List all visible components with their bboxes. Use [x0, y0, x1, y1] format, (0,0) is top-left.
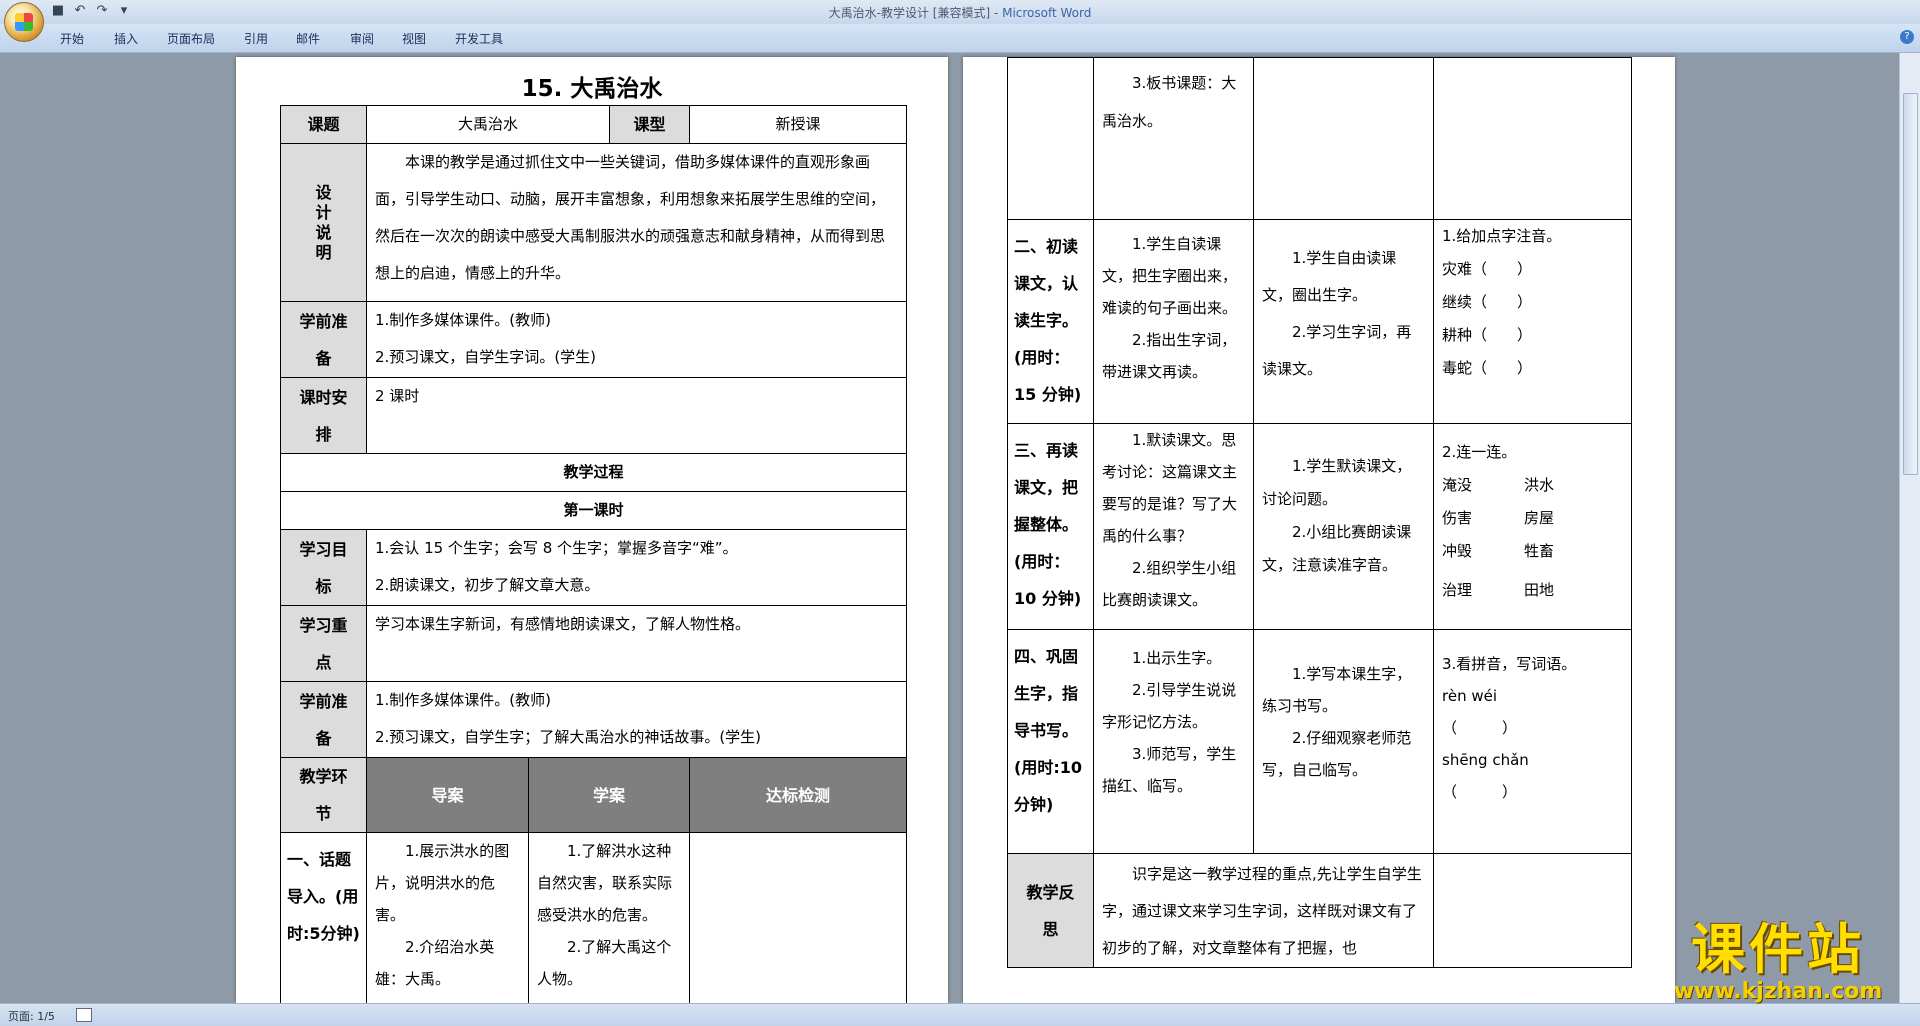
stage-3-check: 2.连一连。 淹没 洪水 伤害 房屋 冲毁 牲畜 治理 田地 [1433, 423, 1632, 630]
stage-2-guide: 1.学生自读课文，把生字圈出来，难读的句子画出来。 2.指出生字词，带进课文再读。 [1093, 219, 1254, 424]
guide-header: 导案 [366, 757, 529, 833]
check-item: 耕种（ ） [1442, 326, 1533, 344]
tab-view[interactable]: 视图 [402, 30, 426, 47]
stage-2-study: 1.学生自由读课文，圈出生字。 2.学习生字词，再读课文。 [1253, 219, 1434, 424]
focus-text: 学习本课生字新词，有感情地朗读课文，了解人物性格。 [365, 605, 908, 682]
stage-1-label: 一、话题导入。(用时:5分钟) [280, 832, 367, 1003]
type-value: 新授课 [689, 105, 908, 144]
prep-text: 1.制作多媒体课件。(教师) 2.预习课文，自学生字词。(学生) [365, 301, 908, 378]
subject-value: 大禹治水 [365, 105, 611, 144]
pair-row: 伤害 房屋 [1442, 509, 1555, 527]
tab-developer[interactable]: 开发工具 [455, 30, 503, 47]
stage-4-guide: 1.出示生字。 2.引导学生说说字形记忆方法。 3.师范写，学生描红、临写。 [1093, 629, 1254, 854]
check-item: 毒蛇（ ） [1442, 359, 1533, 377]
window-title: 大禹治水-教学设计 [兼容模式] - Microsoft Word [828, 6, 1092, 20]
lesson-plan-table: 课题 大禹治水 课型 新授课 设计说明 本课的教学是通过抓住文中一些关键词，借助… [279, 105, 908, 1003]
vertical-scrollbar[interactable] [1899, 53, 1920, 1003]
stage-3-study: 1.学生默读课文，讨论问题。 2.小组比赛朗读课文，注意读准字音。 [1253, 423, 1434, 630]
pinyin-1: rèn wéi [1442, 687, 1498, 705]
process-heading: 教学过程 [279, 453, 908, 492]
document-workspace: 15. 大禹治水 课题 大禹治水 课型 新授课 设计说明 本课的教学是通过抓住文… [0, 53, 1900, 1003]
check-item: 继续（ ） [1442, 293, 1533, 311]
ribbon-tabs: 开始 插入 页面布局 引用 邮件 审阅 视图 开发工具 [0, 24, 1920, 53]
lesson1-heading: 第一课时 [279, 491, 908, 530]
schedule-text: 2 课时 [365, 377, 908, 454]
stage-3-guide: 1.默读课文。思考讨论：这篇课文主要写的是谁？写了大禹的什么事？ 2.组织学生小组… [1093, 423, 1254, 630]
reflect-label: 教学反思 [1007, 853, 1094, 968]
prep-label: 学前准备 [280, 301, 367, 378]
pinyin-2: shēng chǎn [1442, 751, 1529, 769]
stage-1-cont-label [1007, 57, 1094, 220]
schedule-label: 课时安排 [280, 377, 367, 454]
page-1: 15. 大禹治水 课题 大禹治水 课型 新授课 设计说明 本课的教学是通过抓住文… [236, 57, 948, 1003]
stage-3-label: 三、再读课文，把握整体。(用时：10 分钟) [1007, 423, 1094, 630]
tab-insert[interactable]: 插入 [114, 30, 138, 47]
tab-references[interactable]: 引用 [244, 30, 268, 47]
design-text: 本课的教学是通过抓住文中一些关键词，借助多媒体课件的直观形象画面，引导学生动口、… [365, 143, 908, 302]
stage-header: 教学环节 [280, 757, 367, 833]
page-indicator[interactable]: 页面: 1/5 [8, 1008, 55, 1024]
stage-1-guide-cont: 3.板书课题：大禹治水。 [1093, 57, 1254, 220]
tab-page-layout[interactable]: 页面布局 [167, 30, 215, 47]
type-label: 课型 [609, 105, 691, 144]
reflect-text: 识字是这一教学过程的重点,先让学生自学生字，通过课文来学习生字词，这样既对课文有… [1093, 853, 1434, 968]
office-button[interactable] [4, 2, 44, 42]
blank-1: （ ） [1442, 719, 1518, 737]
scrollbar-thumb[interactable] [1903, 93, 1918, 475]
prep2-label: 学前准备 [280, 681, 367, 758]
stage-4-study: 1.学写本课生字，练习书写。 2.仔细观察老师范写，自己临写。 [1253, 629, 1434, 854]
pair-row: 淹没 洪水 [1442, 476, 1555, 494]
title-bar: ■ ↶ ↷ ▾ 大禹治水-教学设计 [兼容模式] - Microsoft Wor… [0, 0, 1920, 24]
goals-text: 1.会认 15 个生字；会写 8 个生字；掌握多音字“难”。 2.朗读课文，初步了… [365, 529, 908, 606]
blank-2: （ ） [1442, 783, 1518, 801]
stage-1-study-cont [1253, 57, 1434, 220]
stage-4-label: 四、巩固生字，指导书写。(用时:10 分钟) [1007, 629, 1094, 854]
site-watermark: 课件站 www.kjzhan.com [1658, 920, 1898, 1004]
pair-row: 冲毁 牲畜 [1442, 542, 1555, 560]
document-title: 15. 大禹治水 [521, 76, 663, 102]
prep2-text: 1.制作多媒体课件。(教师) 2.预习课文，自学生字；了解大禹治水的神话故事。(学… [365, 681, 908, 758]
help-icon[interactable]: ? [1900, 30, 1914, 44]
stage-2-label: 二、初读课文，认读生字。(用时：15 分钟) [1007, 219, 1094, 424]
tab-mailings[interactable]: 邮件 [296, 30, 320, 47]
study-header: 学案 [527, 757, 691, 833]
stage-2-check: 1.给加点字注音。 灾难（ ） 继续（ ） 耕种（ ） 毒蛇（ ） [1433, 219, 1632, 424]
focus-label: 学习重点 [280, 605, 367, 682]
check-header: 达标检测 [689, 757, 908, 833]
goals-label: 学习目标 [280, 529, 367, 606]
tab-review[interactable]: 审阅 [350, 30, 374, 47]
design-label: 设计说明 [280, 143, 367, 302]
stage-1-check-cont [1433, 57, 1632, 220]
tab-home[interactable]: 开始 [60, 30, 84, 47]
stage-1-guide: 1.展示洪水的图片，说明洪水的危害。 2.介绍治水英雄：大禹。 [366, 832, 529, 1003]
watermark-url: www.kjzhan.com [1673, 979, 1883, 1004]
reflect-empty [1433, 853, 1632, 968]
pair-row: 治理 田地 [1442, 581, 1555, 599]
subject-label: 课题 [280, 105, 367, 144]
watermark-text: 课件站 [1691, 918, 1865, 981]
check-item: 灾难（ ） [1442, 260, 1533, 278]
page-2: 3.板书课题：大禹治水。 二、初读课文，认读生字。(用时：15 分钟) 1.学生… [963, 57, 1675, 1003]
stage-1-check [689, 832, 908, 1003]
stage-4-check: 3.看拼音，写词语。 rèn wéi （ ） shēng chǎn （ ） [1433, 629, 1632, 854]
lesson-plan-table-cont: 3.板书课题：大禹治水。 二、初读课文，认读生字。(用时：15 分钟) 1.学生… [1007, 57, 1632, 968]
stage-1-study: 1.了解洪水这种自然灾害，联系实际感受洪水的危害。 2.了解大禹这个人物。 [527, 832, 691, 1003]
status-bar: 页面: 1/5 [0, 1003, 1920, 1026]
proofing-icon[interactable] [76, 1008, 92, 1022]
